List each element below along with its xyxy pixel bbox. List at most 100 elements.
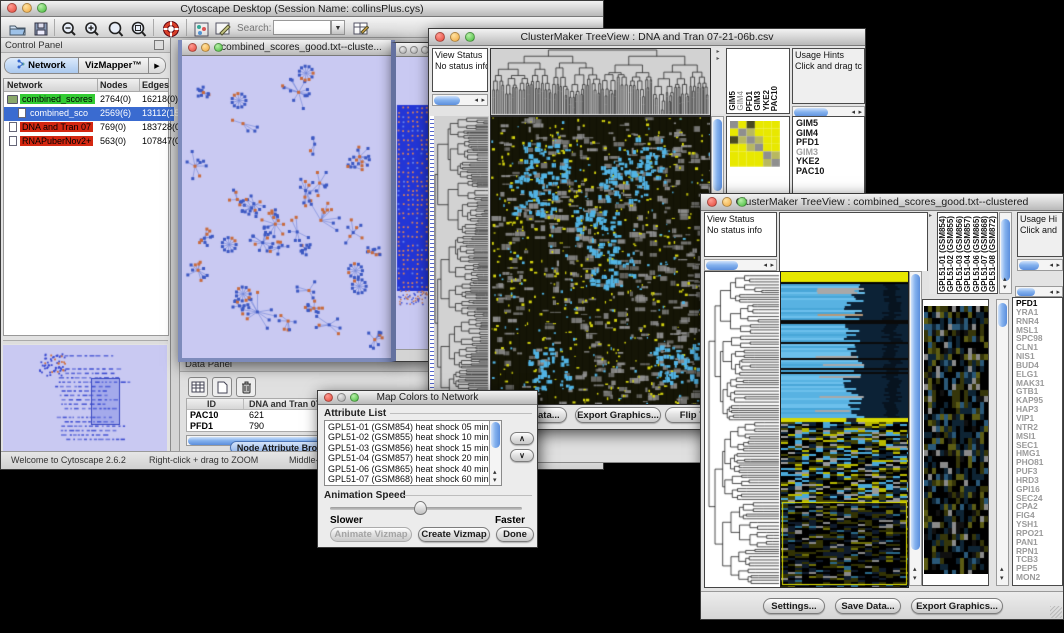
tv2-row-dendrogram-canvas[interactable] — [704, 271, 780, 588]
trash-icon[interactable] — [236, 377, 256, 397]
tv2-detail-heatmap-panel — [922, 299, 989, 586]
treeview2-title: ClusterMaker TreeView : combined_scores_… — [736, 196, 1029, 208]
tab-network[interactable]: Network — [5, 58, 79, 73]
tv2-export-graphics-button[interactable]: Export Graphics... — [911, 598, 1003, 614]
tv1-heatmap-canvas[interactable] — [490, 116, 711, 405]
network-row-combined-scores[interactable]: combined_scores 2764(0) 16218(0) — [4, 93, 174, 107]
tv2-save-data-button[interactable]: Save Data... — [835, 598, 901, 614]
tv2-labels-vscrollbar[interactable]: ▴▾ — [999, 212, 1012, 294]
open-folder-icon[interactable] — [7, 19, 27, 39]
tv2-settings-button[interactable]: Settings... — [763, 598, 825, 614]
zoom-fit-icon[interactable] — [105, 19, 125, 39]
main-window-title: Cytoscape Desktop (Session Name: collins… — [180, 3, 423, 15]
tv2-column-dendrogram-area[interactable] — [779, 212, 928, 271]
tv1-export-graphics-button[interactable]: Export Graphics... — [575, 407, 661, 423]
float-panel-icon[interactable] — [154, 40, 164, 50]
zoom-window-icon[interactable] — [350, 393, 359, 402]
tv2-splitter-strip[interactable]: ▸ — [929, 212, 936, 294]
main-titlebar[interactable]: Cytoscape Desktop (Session Name: collins… — [1, 1, 603, 17]
network-graph-canvas[interactable] — [182, 56, 391, 354]
birdseye-minimap-canvas[interactable] — [3, 345, 167, 453]
animate-vizmap-button: Animate Vizmap — [330, 527, 412, 542]
search-input[interactable] — [273, 20, 331, 35]
control-panel: Control Panel Network VizMapper™ ▶ — [1, 38, 171, 451]
chevron-right-icon: ▶ — [154, 62, 159, 70]
tv1-status-scrollbar[interactable]: ◂▸ — [432, 94, 488, 106]
column-id: ID — [207, 399, 216, 409]
tv2-detail-hscrollbar[interactable]: ◂▸ — [1015, 286, 1063, 297]
tv1-column-dendrogram-canvas[interactable] — [490, 48, 711, 116]
network-row-combined-sco-selected[interactable]: combined_sco 2569(6) 13112(15) — [4, 107, 174, 121]
table-grid-icon[interactable] — [188, 377, 208, 397]
tab-vizmapper[interactable]: VizMapper™ — [79, 58, 149, 73]
resize-grip-icon[interactable] — [1050, 606, 1062, 618]
network-row-rnapuber[interactable]: RNAPuberNov2+ 563(0) 107847(0) — [4, 135, 174, 149]
tv2-usage-hints-panel: Usage HiClick and — [1017, 212, 1063, 257]
create-vizmap-button[interactable]: Create Vizmap — [418, 527, 490, 542]
tv1-usage-hints-panel: Usage HintsClick and drag tc — [792, 48, 865, 104]
animation-speed-label: Animation Speed — [324, 490, 406, 501]
zoom-in-icon[interactable] — [82, 19, 102, 39]
tv2-usage-scrollbar[interactable]: ◂▸ — [1017, 259, 1063, 271]
zoom-region-icon[interactable] — [128, 19, 148, 39]
close-icon[interactable] — [399, 46, 407, 54]
zoom-out-icon[interactable] — [59, 19, 79, 39]
attribute-editor-icon[interactable] — [351, 19, 371, 39]
status-hint-pan: Middle- — [289, 455, 319, 465]
minimize-icon[interactable] — [22, 3, 32, 13]
tv1-mini-heatmap-canvas[interactable] — [730, 121, 780, 167]
tv1-splitter-strip[interactable]: ▸▸ — [711, 48, 725, 114]
close-icon[interactable] — [435, 32, 445, 42]
close-icon[interactable] — [188, 43, 197, 52]
tv2-detail-heatmap-canvas[interactable] — [924, 306, 988, 574]
minimize-icon[interactable] — [337, 393, 346, 402]
network-graph-canvas-2[interactable] — [396, 57, 430, 347]
save-icon[interactable] — [31, 19, 51, 39]
attribute-list-label: Attribute List — [324, 408, 386, 419]
attribute-list-vscrollbar[interactable]: ▴▾ — [489, 421, 501, 485]
search-dropdown-arrow-icon[interactable]: ▼ — [331, 20, 345, 35]
tab-overflow-button[interactable]: ▶ — [149, 58, 165, 73]
close-icon[interactable] — [707, 197, 717, 207]
treeview1-titlebar[interactable]: ClusterMaker TreeView : DNA and Tran 07-… — [429, 29, 865, 46]
tv2-column-labels-panel: GPL51-01 (GSM854)GPL51-02 (GSM855)GPL51-… — [937, 212, 998, 294]
dialog-titlebar[interactable]: Map Colors to Network — [318, 391, 537, 405]
close-icon[interactable] — [324, 393, 333, 402]
minimize-icon[interactable] — [410, 46, 418, 54]
tv2-main-vscrollbar[interactable]: ▴▾ — [909, 271, 922, 586]
tv2-column-labels: GPL51-01 (GSM854)GPL51-02 (GSM855)GPL51-… — [939, 212, 998, 292]
attribute-listbox[interactable]: GPL51-01 (GSM854) heat shock 05 minGPL51… — [324, 420, 502, 486]
network-table-header: Network Nodes Edges — [4, 79, 168, 92]
annotate-icon[interactable] — [213, 19, 233, 39]
tv2-detail-vscrollbar[interactable]: ▴▾ — [996, 299, 1009, 586]
network-view-2-titlebar[interactable] — [396, 43, 430, 57]
zoom-window-icon[interactable] — [37, 3, 47, 13]
network-view-titlebar[interactable]: combined_scores_good.txt--cluste... — [182, 40, 391, 56]
tv2-status-scrollbar[interactable]: ◂▸ — [704, 259, 777, 271]
zoom-window-icon[interactable] — [214, 43, 223, 52]
zoom-window-icon[interactable] — [465, 32, 475, 42]
minimize-icon[interactable] — [722, 197, 732, 207]
move-up-button[interactable]: ∧ — [510, 432, 534, 445]
minimize-icon[interactable] — [201, 43, 210, 52]
network-row-dna-tran[interactable]: DNA and Tran 07 769(0) 183728(0) — [4, 121, 174, 135]
tv2-heatmap-canvas[interactable] — [780, 271, 909, 588]
treeview2-titlebar[interactable]: ClusterMaker TreeView : combined_scores_… — [701, 194, 1063, 211]
close-icon[interactable] — [7, 3, 17, 13]
move-down-button[interactable]: ∨ — [510, 449, 534, 462]
help-lifering-icon[interactable] — [161, 19, 181, 39]
done-button[interactable]: Done — [496, 527, 534, 542]
dialog-title: Map Colors to Network — [377, 392, 479, 403]
attribute-items: GPL51-01 (GSM854) heat shock 05 minGPL51… — [328, 422, 489, 484]
minimize-icon[interactable] — [450, 32, 460, 42]
new-page-icon[interactable] — [212, 377, 232, 397]
slider-thumb[interactable] — [414, 501, 427, 515]
panel-splitter[interactable] — [3, 340, 168, 344]
list-item: GPL51-04 (GSM857) — [964, 216, 972, 292]
tv1-row-labels: GIM5GIM4PFD1GIM3YKE2PAC10 — [796, 119, 824, 177]
vizmap-icon[interactable] — [191, 19, 211, 39]
zoom-window-icon[interactable] — [737, 197, 747, 207]
list-item: GPL51-02 (GSM855) heat shock 10 min — [328, 432, 489, 442]
tv2-gene-list-panel: PFD1YRA1RNR4MSL1SPC98CLN1NIS1BUD4ELG1MAK… — [1012, 297, 1063, 586]
tv1-row-dendrogram-canvas[interactable] — [434, 116, 489, 403]
